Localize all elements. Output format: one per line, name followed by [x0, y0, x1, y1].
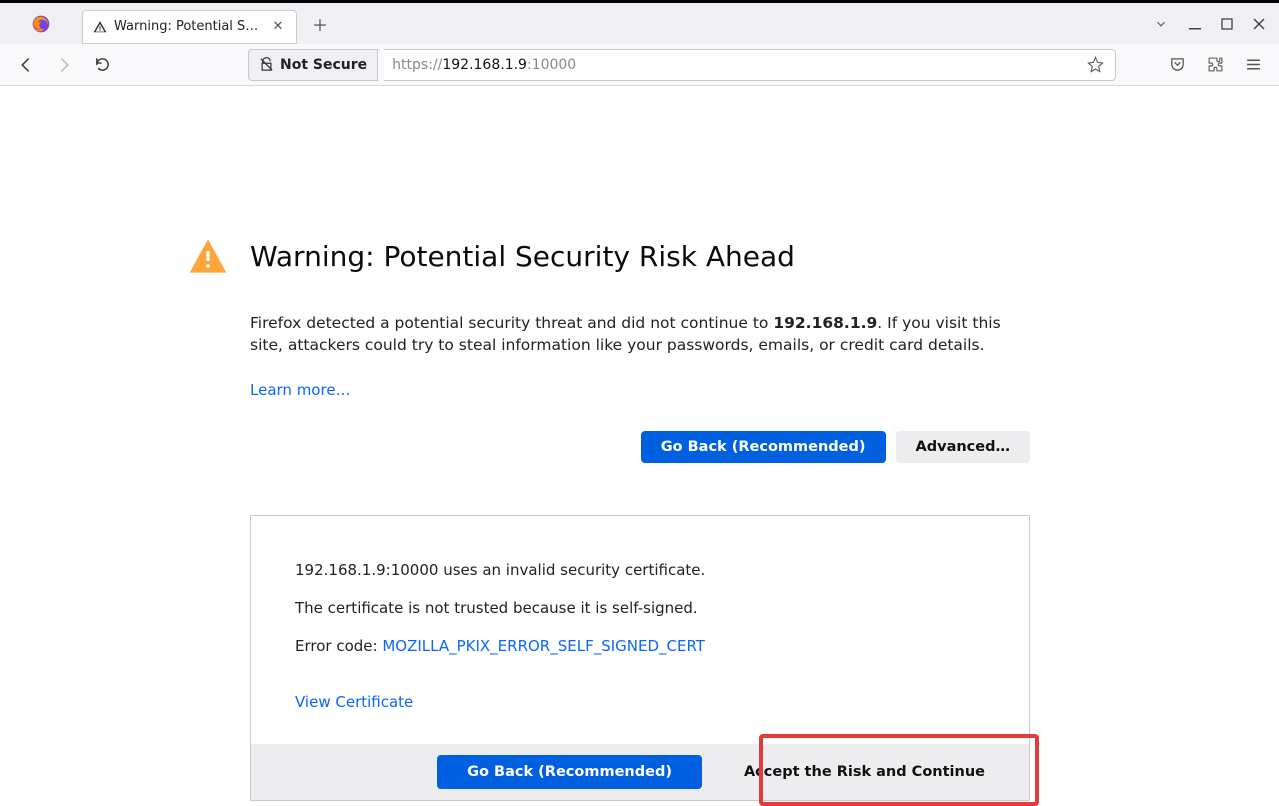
toolbar: Not Secure https://192.168.1.9:10000: [0, 44, 1279, 86]
new-tab-button[interactable]: ＋: [305, 9, 335, 39]
forward-button[interactable]: [48, 49, 80, 81]
go-back-button-footer[interactable]: Go Back (Recommended): [437, 755, 702, 789]
firefox-logo: [0, 14, 82, 34]
lock-broken-icon: [259, 57, 274, 72]
titlebar: Warning: Potential Securi ✕ ＋: [0, 0, 1279, 44]
warning-icon: [188, 236, 228, 276]
page-title: Warning: Potential Security Risk Ahead: [250, 240, 795, 273]
star-icon: [1087, 56, 1104, 73]
go-back-button[interactable]: Go Back (Recommended): [641, 431, 886, 463]
security-badge-text: Not Secure: [280, 57, 367, 73]
error-code-link[interactable]: MOZILLA_PKIX_ERROR_SELF_SIGNED_CERT: [382, 637, 705, 655]
back-button[interactable]: [10, 49, 42, 81]
pocket-button[interactable]: [1161, 49, 1193, 81]
tab-list-dropdown[interactable]: [1143, 17, 1179, 31]
app-menu-button[interactable]: [1237, 49, 1269, 81]
warning-body: Firefox detected a potential security th…: [250, 312, 1030, 357]
advanced-line-2: The certificate is not trusted because i…: [295, 596, 985, 620]
learn-more-link[interactable]: Learn more…: [250, 381, 351, 399]
error-code-line: Error code: MOZILLA_PKIX_ERROR_SELF_SIGN…: [295, 634, 985, 658]
arrow-left-icon: [17, 56, 35, 74]
reload-icon: [94, 56, 111, 73]
accept-risk-button[interactable]: Accept the Risk and Continue: [714, 755, 1015, 789]
advanced-panel: 192.168.1.9:10000 uses an invalid securi…: [250, 515, 1030, 801]
close-window-button[interactable]: [1243, 8, 1275, 40]
advanced-button[interactable]: Advanced…: [896, 431, 1030, 463]
reload-button[interactable]: [86, 49, 118, 81]
maximize-button[interactable]: [1211, 8, 1243, 40]
page-content: Warning: Potential Security Risk Ahead F…: [0, 86, 1279, 801]
browser-tab[interactable]: Warning: Potential Securi ✕: [82, 10, 297, 44]
advanced-line-1: 192.168.1.9:10000 uses an invalid securi…: [295, 558, 985, 582]
chevron-down-icon: [1154, 17, 1168, 31]
pocket-icon: [1169, 56, 1186, 73]
window-controls: [1179, 8, 1279, 40]
hamburger-icon: [1245, 56, 1262, 73]
bookmark-button[interactable]: [1083, 56, 1107, 73]
url-text: https://192.168.1.9:10000: [392, 57, 1083, 73]
url-bar[interactable]: https://192.168.1.9:10000: [384, 49, 1116, 81]
tab-title: Warning: Potential Securi: [114, 19, 263, 34]
warning-triangle-icon: [93, 20, 107, 34]
minimize-button[interactable]: [1179, 8, 1211, 40]
extensions-button[interactable]: [1199, 49, 1231, 81]
puzzle-icon: [1207, 56, 1224, 73]
arrow-right-icon: [55, 56, 73, 74]
security-indicator[interactable]: Not Secure: [248, 49, 378, 81]
view-certificate-link[interactable]: View Certificate: [295, 690, 413, 714]
tab-close-button[interactable]: ✕: [270, 19, 286, 34]
